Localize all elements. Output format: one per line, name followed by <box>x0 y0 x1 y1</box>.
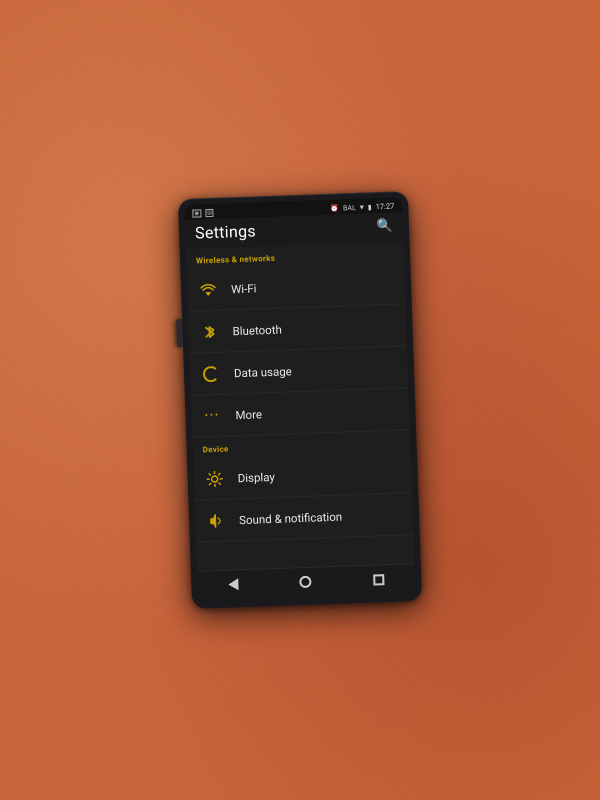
nav-bar <box>197 563 416 603</box>
recent-button[interactable] <box>365 571 393 590</box>
sound-label: Sound & notification <box>239 509 342 527</box>
bluetooth-label: Bluetooth <box>232 322 282 338</box>
battery-icon: ▮ <box>368 203 372 211</box>
back-button[interactable] <box>220 576 247 596</box>
alarm-icon: ⏰ <box>330 204 339 212</box>
screen: ▣ ▤ ⏰ BAL ▾ ▮ 17:27 Settings 🔍 Wir <box>184 197 416 602</box>
home-icon <box>300 576 312 588</box>
more-label: More <box>235 407 262 422</box>
sd-icon: ▤ <box>205 208 214 216</box>
tv-icon: ▣ <box>192 209 201 217</box>
wifi-icon-wrapper <box>197 283 219 297</box>
wifi-status-icon: ▾ <box>360 203 364 212</box>
page-title: Settings <box>195 221 256 242</box>
bluetooth-icon-wrapper <box>198 323 221 340</box>
sound-icon-wrapper <box>205 512 228 529</box>
status-left-icons: ▣ ▤ <box>192 208 214 217</box>
status-bal-label: BAL <box>343 203 356 211</box>
back-icon <box>228 578 238 590</box>
data-usage-icon-wrapper <box>200 365 223 382</box>
device-body: ▣ ▤ ⏰ BAL ▾ ▮ 17:27 Settings 🔍 Wir <box>178 191 422 609</box>
data-usage-icon <box>203 365 220 382</box>
search-icon[interactable]: 🔍 <box>377 219 394 235</box>
recent-icon <box>373 574 384 585</box>
data-usage-label: Data usage <box>234 364 292 380</box>
bluetooth-icon <box>202 323 217 339</box>
display-label: Display <box>237 469 275 484</box>
more-dots-icon: ••• <box>205 410 220 421</box>
wifi-label: Wi-Fi <box>231 281 257 296</box>
settings-content: Wireless & networks Wi-Fi <box>186 241 415 570</box>
sound-icon <box>209 512 224 528</box>
status-right-info: ⏰ BAL ▾ ▮ 17:27 <box>330 202 394 213</box>
home-button[interactable] <box>292 573 321 593</box>
wifi-icon <box>200 283 216 297</box>
device-wrapper: ▣ ▤ ⏰ BAL ▾ ▮ 17:27 Settings 🔍 Wir <box>178 191 422 609</box>
display-icon-wrapper <box>203 470 226 487</box>
display-icon <box>206 470 223 487</box>
side-button[interactable] <box>176 319 183 347</box>
more-icon-wrapper: ••• <box>201 410 223 421</box>
status-time: 17:27 <box>375 202 394 212</box>
settings-item-sound[interactable]: Sound & notification <box>194 493 413 543</box>
